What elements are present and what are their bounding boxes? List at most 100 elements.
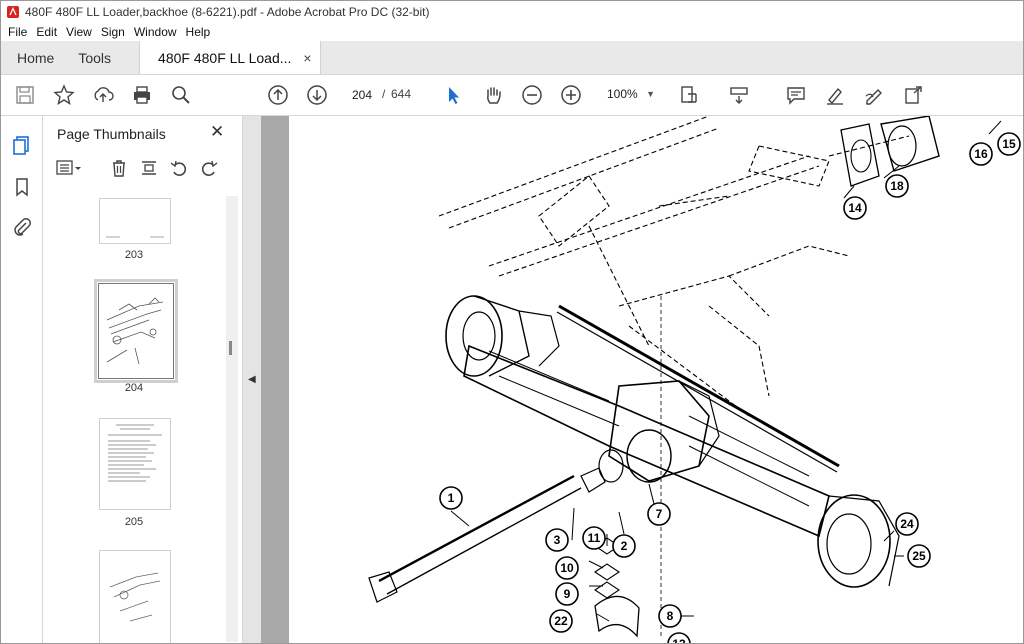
menu-view[interactable]: View [66,25,92,39]
page-down-icon[interactable] [305,83,329,107]
zoom-value: 100% [607,87,638,101]
callout-10: 10 [555,556,579,580]
page-thumbnails-panel: Page Thumbnails ✕ 203 204 205 [43,116,243,643]
thumbnail-scrollbar[interactable] [226,196,238,642]
collapse-arrow-icon[interactable]: ◀ [248,374,256,385]
tab-document[interactable]: 480F 480F LL Load... × [139,41,321,74]
callout-18: 18 [885,174,909,198]
share-icon[interactable] [901,83,925,107]
callout-13: 13 [667,632,691,643]
rotate-counterclockwise-icon[interactable] [169,158,189,178]
thumbnail-page-204[interactable] [94,279,178,383]
acrobat-window: 480F 480F LL Loader,backhoe (8-6221).pdf… [0,0,1024,644]
menu-help[interactable]: Help [186,25,211,39]
svg-text:13: 13 [672,637,686,643]
main-toolbar [1,75,1023,181]
callout-15: 15 [997,132,1021,156]
svg-text:1: 1 [448,491,455,505]
upload-icon[interactable] [91,83,115,107]
svg-text:2: 2 [621,539,628,553]
comment-icon[interactable] [784,83,808,107]
rotate-clockwise-icon[interactable] [199,158,219,178]
menu-bar: File Edit View Sign Window Help [1,23,1023,41]
save-icon[interactable] [13,83,37,107]
callout-7: 7 [647,502,671,526]
callout-1: 1 [439,486,463,510]
svg-text:14: 14 [848,201,862,215]
callout-22: 22 [549,609,573,633]
svg-text:10: 10 [560,561,574,575]
callout-3: 3 [545,528,569,552]
hand-icon[interactable] [481,83,505,107]
thumbnail-label-205: 205 [124,516,144,528]
menu-edit[interactable]: Edit [36,25,57,39]
delete-icon[interactable] [109,158,129,178]
options-menu-icon[interactable] [55,158,83,178]
left-navigation-rail [1,116,43,643]
svg-text:16: 16 [974,147,988,161]
thumbnail-page-206[interactable] [99,550,171,643]
chevron-down-icon: ▼ [646,89,655,99]
menu-file[interactable]: File [8,25,27,39]
thumbnail-label-204: 204 [124,382,144,394]
callout-16: 16 [969,142,993,166]
svg-text:7: 7 [656,507,663,521]
svg-text:15: 15 [1002,137,1016,151]
page-separator: / [382,87,386,101]
svg-text:8: 8 [667,609,674,623]
window-title: 480F 480F LL Loader,backhoe (8-6221).pdf… [25,5,430,19]
svg-text:22: 22 [554,614,568,628]
fit-page-icon[interactable] [677,83,701,107]
page-thumbnails-icon[interactable] [11,134,33,156]
callout-8: 8 [658,604,682,628]
print-icon[interactable] [130,83,154,107]
axle-exploded-drawing: 1 2 3 7 8 9 10 11 13 14 15 16 18 22 24 2… [368,116,1021,643]
callout-11: 11 [582,526,606,550]
bookmarks-icon[interactable] [11,176,33,198]
svg-text:9: 9 [564,587,571,601]
sign-icon[interactable] [862,83,886,107]
panel-close-icon[interactable]: ✕ [210,122,224,142]
tab-home[interactable]: Home [1,41,70,74]
tab-close-icon[interactable]: × [303,50,311,66]
panel-title: Page Thumbnails [57,126,166,142]
thumbnail-toolbar [51,154,233,182]
svg-text:18: 18 [890,179,904,193]
callout-9: 9 [555,582,579,606]
insert-pages-icon[interactable] [139,158,159,178]
pdf-page: 1 2 3 7 8 9 10 11 13 14 15 16 18 22 24 2… [289,116,1023,643]
acrobat-app-icon [7,6,19,18]
svg-text:3: 3 [554,533,561,547]
zoom-out-icon[interactable] [520,83,544,107]
callout-24: 24 [895,512,919,536]
page-count: 644 [391,87,412,101]
tab-tools[interactable]: Tools [70,41,127,74]
menu-sign[interactable]: Sign [101,25,125,39]
search-icon[interactable] [169,83,193,107]
callout-14: 14 [843,196,867,220]
scroll-mode-icon[interactable] [727,83,751,107]
thumbnail-label-203: 203 [124,249,144,261]
thumbnail-page-203[interactable] [99,198,171,244]
zoom-select[interactable]: 100% ▼ [597,83,659,105]
scrollbar-thumb[interactable] [229,341,232,355]
thumbnail-page-205[interactable] [99,418,171,510]
attachments-icon[interactable] [11,216,33,238]
tab-bar: Home Tools 480F 480F LL Load... × [1,41,1023,75]
page-number-input[interactable]: 204 [346,83,378,107]
title-bar: 480F 480F LL Loader,backhoe (8-6221).pdf… [1,1,1023,23]
bookmark-star-icon[interactable] [52,83,76,107]
callout-25: 25 [907,544,931,568]
panel-collapse-strip[interactable]: ◀ [243,116,261,643]
menu-window[interactable]: Window [134,25,177,39]
select-arrow-icon[interactable] [442,83,466,107]
tab-document-label: 480F 480F LL Load... [158,49,292,66]
zoom-in-icon[interactable] [559,83,583,107]
svg-text:11: 11 [588,531,601,545]
callout-2: 2 [612,534,636,558]
svg-text:24: 24 [900,517,914,531]
page-up-icon[interactable] [266,83,290,107]
document-viewer: 1 2 3 7 8 9 10 11 13 14 15 16 18 22 24 2… [261,116,1023,643]
svg-text:25: 25 [912,549,926,563]
highlight-icon[interactable] [823,83,847,107]
